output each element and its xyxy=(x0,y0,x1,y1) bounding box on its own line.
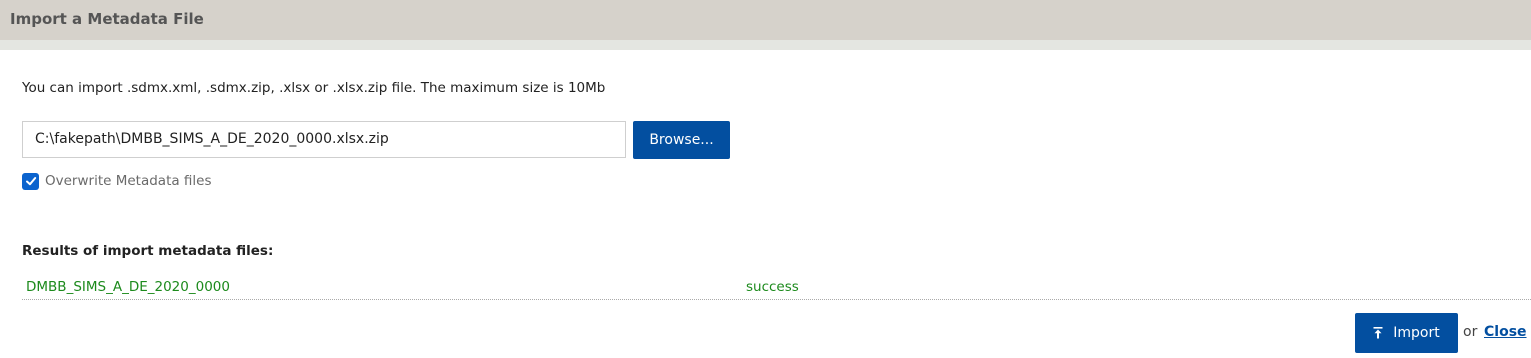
result-row: DMBB_SIMS_A_DE_2020_0000 success xyxy=(22,277,1531,300)
overwrite-checkbox[interactable] xyxy=(22,172,39,190)
upload-arrow-icon xyxy=(1373,327,1383,339)
result-status: success xyxy=(746,279,799,295)
result-name: DMBB_SIMS_A_DE_2020_0000 xyxy=(26,279,230,295)
close-link[interactable]: Close xyxy=(1484,324,1527,340)
intro-text: You can import .sdmx.xml, .sdmx.zip, .xl… xyxy=(22,80,606,96)
overwrite-option[interactable]: Overwrite Metadata files xyxy=(22,172,212,190)
import-label: Import xyxy=(1393,325,1440,341)
results-heading: Results of import metadata files: xyxy=(22,243,274,259)
or-text: or xyxy=(1463,324,1478,340)
file-path-input[interactable]: C:\fakepath\DMBB_SIMS_A_DE_2020_0000.xls… xyxy=(22,121,626,158)
overwrite-label: Overwrite Metadata files xyxy=(45,173,212,189)
import-button[interactable]: Import xyxy=(1355,313,1458,353)
dialog-title: Import a Metadata File xyxy=(10,10,204,28)
titlebar-divider xyxy=(0,40,1531,50)
checkmark-icon xyxy=(25,177,36,186)
browse-button[interactable]: Browse... xyxy=(633,121,730,159)
dialog-titlebar: Import a Metadata File xyxy=(0,0,1531,40)
